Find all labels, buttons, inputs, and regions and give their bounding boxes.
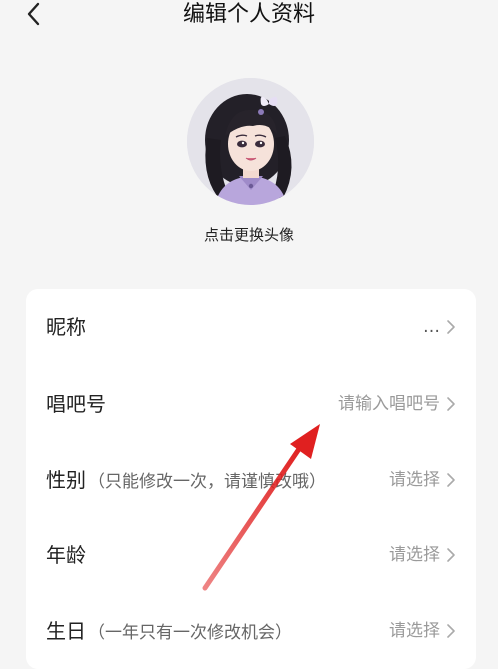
- nickname-value: …: [423, 317, 440, 337]
- chevron-right-icon: [447, 548, 455, 562]
- top-bar: 编辑个人资料: [0, 0, 498, 34]
- gender-label-text: 性别: [46, 468, 86, 492]
- gender-label: 性别 （只能修改一次，请谨慎改哦）: [46, 450, 326, 510]
- profile-settings-card: 昵称 … 唱吧号 请输入唱吧号 性别 （只能修改一次，请谨慎改哦） 请选择 年龄 …: [26, 289, 476, 669]
- birthday-row[interactable]: 生日 （一年只有一次修改机会） 请选择: [26, 601, 476, 661]
- gender-select-placeholder: 请选择: [389, 470, 440, 490]
- chevron-right-icon: [447, 473, 455, 487]
- chevron-right-icon: [447, 320, 455, 334]
- gender-row[interactable]: 性别 （只能修改一次，请谨慎改哦） 请选择: [26, 450, 476, 510]
- birthday-hint: （一年只有一次修改机会）: [88, 623, 292, 643]
- birthday-select-placeholder: 请选择: [389, 621, 440, 641]
- chevron-right-icon: [447, 397, 455, 411]
- changba-id-row[interactable]: 唱吧号 请输入唱吧号: [26, 374, 476, 434]
- nickname-label-text: 昵称: [46, 315, 86, 339]
- birthday-label-text: 生日: [46, 619, 86, 643]
- age-label: 年龄: [46, 525, 86, 585]
- age-row[interactable]: 年龄 请选择: [26, 525, 476, 585]
- avatar[interactable]: [187, 78, 314, 205]
- page-title: 编辑个人资料: [182, 2, 315, 27]
- changba-id-label-text: 唱吧号: [46, 392, 106, 416]
- changba-id-label: 唱吧号: [46, 374, 106, 434]
- birthday-label: 生日 （一年只有一次修改机会）: [46, 601, 292, 661]
- chevron-right-icon: [447, 624, 455, 638]
- avatar-image: [187, 78, 314, 205]
- gender-hint: （只能修改一次，请谨慎改哦）: [88, 472, 326, 492]
- nickname-row[interactable]: 昵称 …: [26, 297, 476, 357]
- age-select-placeholder: 请选择: [389, 545, 440, 565]
- change-avatar-link[interactable]: 点击更换头像: [0, 224, 498, 246]
- nickname-label: 昵称: [46, 297, 86, 357]
- age-label-text: 年龄: [46, 543, 86, 567]
- changba-id-placeholder: 请输入唱吧号: [338, 394, 440, 414]
